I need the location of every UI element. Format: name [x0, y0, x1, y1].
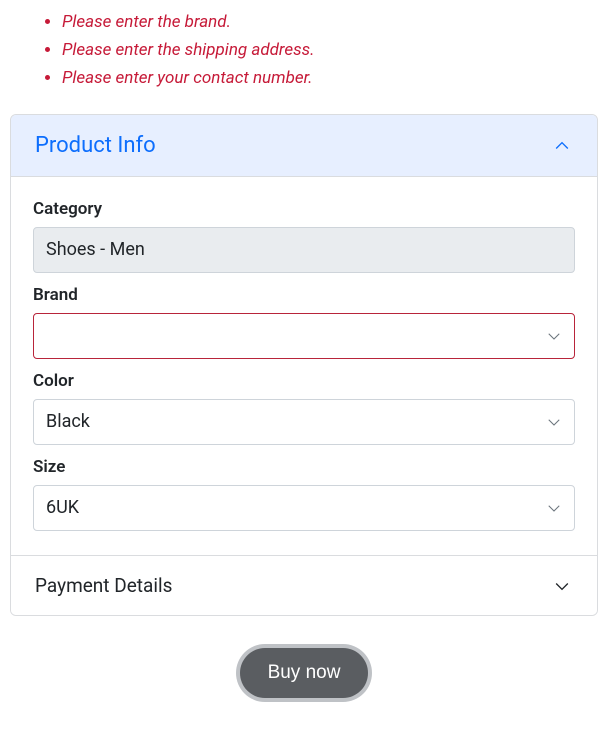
error-item: Please enter the shipping address. — [62, 36, 598, 64]
accordion-header-payment[interactable]: Payment Details — [11, 555, 597, 615]
chevron-down-icon — [545, 413, 563, 431]
size-select[interactable]: 6UK — [33, 485, 575, 531]
chevron-down-icon — [545, 327, 563, 345]
error-item: Please enter your contact number. — [62, 64, 598, 92]
category-label: Category — [33, 199, 575, 219]
accordion-panel-product: Category Shoes - Men Brand Color Black — [11, 177, 597, 555]
brand-value — [33, 313, 575, 359]
validation-errors: Please enter the brand. Please enter the… — [14, 8, 598, 92]
color-value: Black — [33, 399, 575, 445]
accordion-header-product[interactable]: Product Info — [11, 115, 597, 177]
color-select[interactable]: Black — [33, 399, 575, 445]
brand-select[interactable] — [33, 313, 575, 359]
category-value: Shoes - Men — [33, 227, 575, 273]
size-value: 6UK — [33, 485, 575, 531]
accordion-title: Product Info — [35, 133, 156, 158]
chevron-up-icon — [551, 135, 573, 157]
buy-now-button[interactable]: Buy now — [240, 648, 369, 698]
size-label: Size — [33, 457, 575, 477]
chevron-down-icon — [551, 575, 573, 597]
brand-label: Brand — [33, 285, 575, 305]
error-item: Please enter the brand. — [62, 8, 598, 36]
category-select: Shoes - Men — [33, 227, 575, 273]
chevron-down-icon — [545, 499, 563, 517]
order-accordion: Product Info Category Shoes - Men Brand — [10, 114, 598, 616]
accordion-title: Payment Details — [35, 574, 172, 597]
color-label: Color — [33, 371, 575, 391]
